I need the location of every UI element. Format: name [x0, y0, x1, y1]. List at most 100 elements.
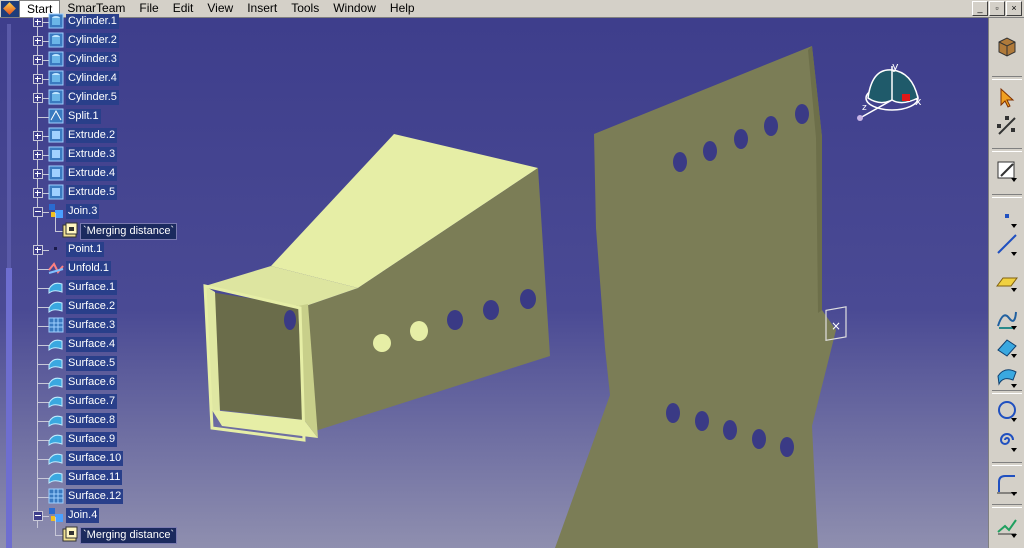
dropdown-arrow-icon[interactable]: [1011, 326, 1017, 330]
tree-node-label[interactable]: Cylinder.2: [66, 33, 119, 48]
tree-node[interactable]: Surface.7: [0, 392, 180, 411]
menu-window[interactable]: Window: [326, 0, 383, 18]
tree-node-label[interactable]: Surface.7: [66, 394, 118, 409]
tree-node[interactable]: Extrude.5: [0, 183, 180, 202]
snap-icon[interactable]: [995, 114, 1019, 138]
dropdown-arrow-icon[interactable]: [1011, 418, 1017, 422]
tree-node[interactable]: Surface.3: [0, 316, 180, 335]
point-tool-icon[interactable]: [995, 204, 1019, 228]
tree-node-label[interactable]: Cylinder.4: [66, 71, 119, 86]
tree-node-label[interactable]: Surface.11: [66, 470, 123, 485]
tree-node[interactable]: Surface.5: [0, 354, 180, 373]
tree-node-label[interactable]: Cylinder.3: [66, 52, 119, 67]
tree-node[interactable]: Join.3: [0, 202, 180, 221]
tree-node[interactable]: Extrude.2: [0, 126, 180, 145]
corner-tool-icon[interactable]: [995, 472, 1019, 496]
law-tool-icon[interactable]: [995, 514, 1019, 538]
menu-help[interactable]: Help: [383, 0, 422, 18]
expand-icon[interactable]: [33, 188, 43, 198]
tree-node[interactable]: Surface.8: [0, 411, 180, 430]
tree-node[interactable]: Surface.10: [0, 449, 180, 468]
tree-node[interactable]: Cylinder.3: [0, 50, 180, 69]
tree-node[interactable]: Cylinder.2: [0, 31, 180, 50]
tree-node-label[interactable]: Surface.4: [66, 337, 118, 352]
tree-node-label[interactable]: Cylinder.1: [66, 14, 119, 29]
tree-node[interactable]: Surface.11: [0, 468, 180, 487]
menu-tools[interactable]: Tools: [284, 0, 326, 18]
tree-node-label[interactable]: Cylinder.5: [66, 90, 119, 105]
expand-icon[interactable]: [33, 169, 43, 179]
menu-view[interactable]: View: [200, 0, 240, 18]
unfolded-sheet[interactable]: [555, 46, 836, 548]
dropdown-arrow-icon[interactable]: [1011, 178, 1017, 182]
tree-node[interactable]: Extrude.4: [0, 164, 180, 183]
tree-node-label[interactable]: Surface.6: [66, 375, 118, 390]
tree-node-label[interactable]: Unfold.1: [66, 261, 111, 276]
tree-node[interactable]: `Merging distance`: [0, 517, 180, 544]
tree-node[interactable]: Cylinder.5: [0, 88, 180, 107]
collapse-icon[interactable]: [33, 511, 43, 521]
tree-node[interactable]: Split.1: [0, 107, 180, 126]
expand-icon[interactable]: [33, 131, 43, 141]
dropdown-arrow-icon[interactable]: [1011, 448, 1017, 452]
tree-node[interactable]: Unfold.1: [0, 259, 180, 278]
expand-icon[interactable]: [33, 17, 43, 27]
tree-node-label[interactable]: Extrude.5: [66, 185, 118, 200]
extrude-surface-icon[interactable]: [995, 334, 1019, 358]
tree-node-label[interactable]: `Merging distance`: [80, 527, 178, 544]
line-tool-icon[interactable]: [995, 232, 1019, 256]
restore-button[interactable]: ▫: [989, 1, 1005, 16]
close-button[interactable]: ×: [1006, 1, 1022, 16]
sketch-icon[interactable]: [995, 158, 1019, 182]
expand-icon[interactable]: [33, 36, 43, 46]
tree-node-label[interactable]: Split.1: [66, 109, 101, 124]
tree-node[interactable]: Cylinder.1: [0, 12, 180, 31]
expand-icon[interactable]: [33, 93, 43, 103]
spline-icon[interactable]: [995, 306, 1019, 330]
tree-node[interactable]: Extrude.3: [0, 145, 180, 164]
sketcher-3d-icon[interactable]: [995, 34, 1019, 58]
tree-node[interactable]: Surface.1: [0, 278, 180, 297]
tree-node-label[interactable]: Extrude.2: [66, 128, 118, 143]
tree-node-label[interactable]: Surface.9: [66, 432, 118, 447]
dropdown-arrow-icon[interactable]: [1011, 252, 1017, 256]
tree-node-label[interactable]: Point.1: [66, 242, 105, 257]
dropdown-arrow-icon[interactable]: [1011, 354, 1017, 358]
tree-node[interactable]: Join.4: [0, 506, 180, 525]
dropdown-arrow-icon[interactable]: [1011, 384, 1017, 388]
tree-node[interactable]: Surface.2: [0, 297, 180, 316]
tree-node-label[interactable]: Surface.5: [66, 356, 118, 371]
circle-tool-icon[interactable]: [995, 398, 1019, 422]
tree-node-label[interactable]: Extrude.3: [66, 147, 118, 162]
expand-icon[interactable]: [33, 150, 43, 160]
tree-node-label[interactable]: Surface.12: [66, 489, 124, 504]
tree-node[interactable]: Surface.9: [0, 430, 180, 449]
expand-icon[interactable]: [33, 245, 43, 255]
dropdown-arrow-icon[interactable]: [1011, 534, 1017, 538]
tree-node-label[interactable]: Surface.3: [66, 318, 118, 333]
collapse-icon[interactable]: [33, 207, 43, 217]
compass-icon[interactable]: y x z: [852, 58, 932, 131]
expand-icon[interactable]: [33, 74, 43, 84]
offset-surface-icon[interactable]: [995, 364, 1019, 388]
tree-node[interactable]: Surface.12: [0, 487, 180, 506]
plane-tool-icon[interactable]: [995, 268, 1019, 292]
tree-node-label[interactable]: Surface.8: [66, 413, 118, 428]
spiral-tool-icon[interactable]: [995, 428, 1019, 452]
tree-node[interactable]: `Merging distance`: [0, 213, 180, 240]
tree-node-label[interactable]: Join.3: [66, 204, 100, 219]
tree-node-label[interactable]: Join.4: [66, 508, 100, 523]
dropdown-arrow-icon[interactable]: [1011, 224, 1017, 228]
tree-node-label[interactable]: Surface.10: [66, 451, 124, 466]
expand-icon[interactable]: [33, 55, 43, 65]
tree-node-label[interactable]: Extrude.4: [66, 166, 118, 181]
tree-node[interactable]: Cylinder.4: [0, 69, 180, 88]
menu-insert[interactable]: Insert: [240, 0, 284, 18]
dropdown-arrow-icon[interactable]: [1011, 288, 1017, 292]
tree-node-label[interactable]: Surface.2: [66, 299, 118, 314]
dropdown-arrow-icon[interactable]: [1011, 492, 1017, 496]
tree-node[interactable]: Surface.6: [0, 373, 180, 392]
tree-node-label[interactable]: Surface.1: [66, 280, 118, 295]
tree-node[interactable]: Surface.4: [0, 335, 180, 354]
tree-node[interactable]: Point.1: [0, 240, 180, 259]
